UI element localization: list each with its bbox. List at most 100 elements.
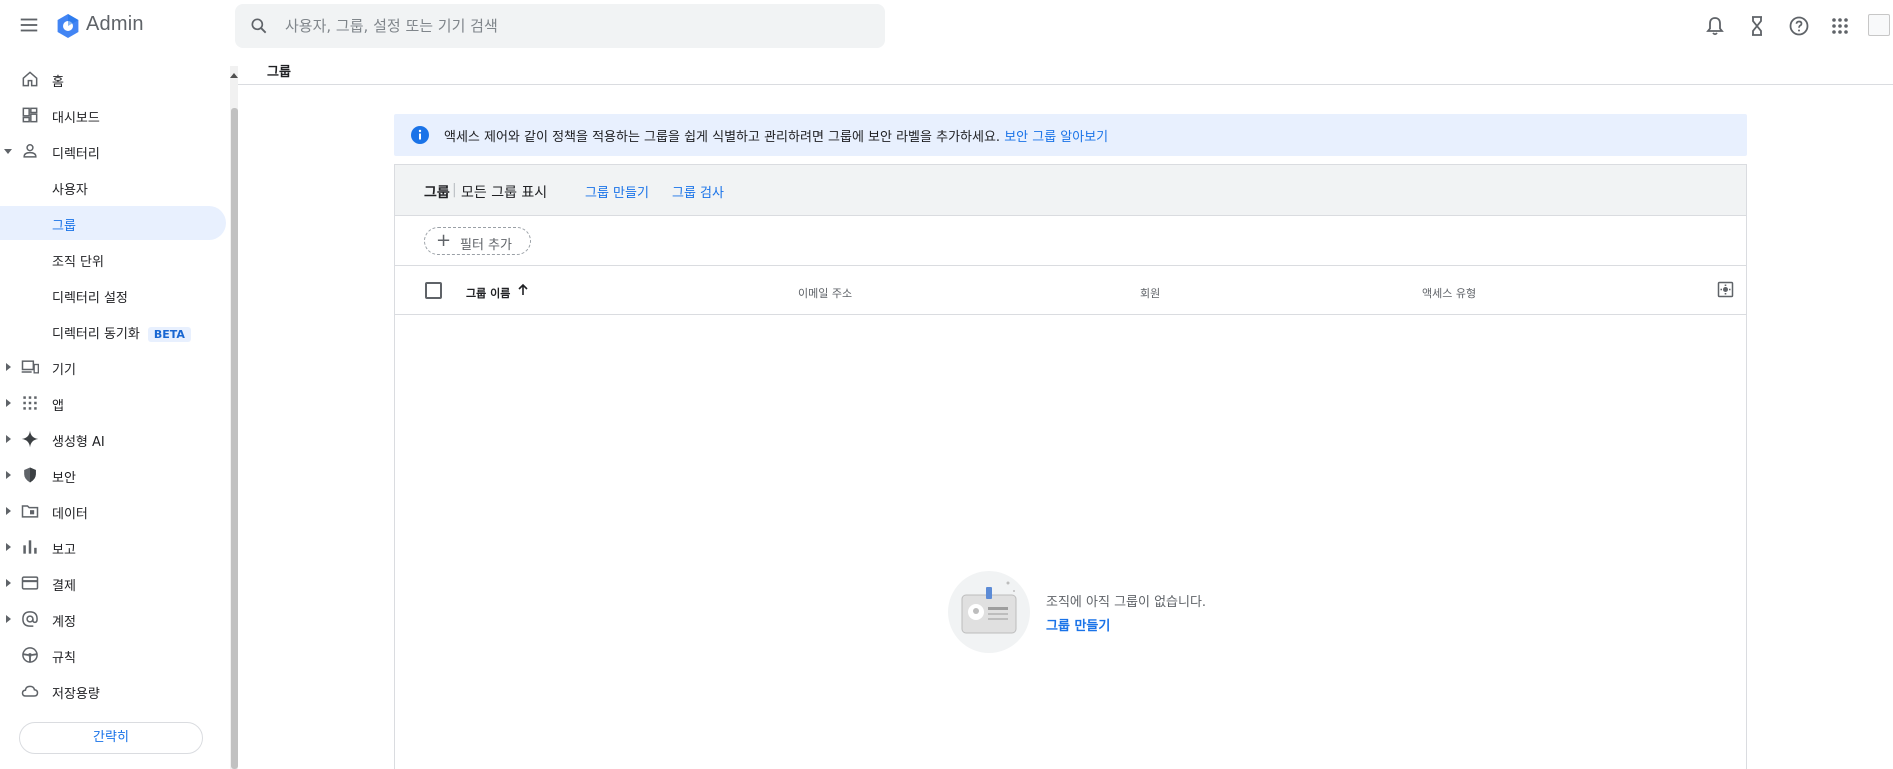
caret-right-icon[interactable]	[4, 506, 12, 516]
bell-icon[interactable]	[1703, 14, 1727, 38]
empty-state-create-group-link[interactable]: 그룹 만들기	[1046, 615, 1110, 634]
sidebar-item-label: 대시보드	[52, 111, 100, 126]
column-group-name[interactable]: 그룹 이름	[466, 285, 510, 301]
credit-card-icon	[21, 576, 39, 590]
scroll-up-arrow-icon[interactable]	[230, 72, 238, 80]
sidebar-item-account[interactable]: 계정	[0, 602, 226, 636]
caret-right-icon[interactable]	[4, 398, 12, 408]
add-filter-label: 필터 추가	[460, 238, 512, 253]
sidebar-item-groups[interactable]: 그룹	[0, 206, 226, 240]
caret-right-icon[interactable]	[4, 542, 12, 552]
sidebar: 홈 대시보드 디렉터리 사용자 그룹 조직 단위 디렉터리 설정 디렉터리 동기	[0, 62, 230, 769]
sidebar-item-label: 조직 단위	[52, 255, 104, 270]
sidebar-item-label: 보안	[52, 471, 76, 486]
sidebar-item-label-text: 디렉터리 동기화	[52, 327, 140, 342]
at-sign-icon	[22, 611, 38, 627]
learn-security-groups-link[interactable]: 보안 그룹 알아보기	[1004, 130, 1108, 145]
sidebar-item-org-units[interactable]: 조직 단위	[0, 242, 226, 276]
sidebar-item-apps[interactable]: 앱	[0, 386, 226, 420]
sidebar-scrollbar-thumb[interactable]	[231, 108, 238, 769]
column-settings-icon[interactable]	[1717, 281, 1734, 298]
sidebar-item-users[interactable]: 사용자	[0, 170, 226, 204]
avatar[interactable]	[1868, 14, 1890, 36]
panel-header: 그룹 | 모든 그룹 표시 그룹 만들기 그룹 검사	[395, 165, 1746, 216]
caret-down-icon[interactable]	[4, 146, 12, 156]
caret-right-icon[interactable]	[4, 470, 12, 480]
add-filter-button[interactable]: + 필터 추가	[424, 227, 531, 255]
create-group-link[interactable]: 그룹 만들기	[585, 182, 649, 201]
banner-text: 액세스 제어와 같이 정책을 적용하는 그룹을 쉽게 식별하고 관리하려면 그룹…	[444, 126, 1108, 145]
info-icon	[411, 126, 429, 144]
sidebar-item-label: 기기	[52, 363, 76, 378]
title-separator: |	[452, 182, 457, 198]
column-email[interactable]: 이메일 주소	[798, 285, 852, 301]
filter-bar: + 필터 추가	[395, 216, 1746, 266]
person-icon	[23, 144, 37, 158]
sidebar-item-label: 홈	[52, 75, 64, 90]
sidebar-item-data[interactable]: 데이터	[0, 494, 226, 528]
sidebar-item-label: 데이터	[52, 507, 88, 522]
sidebar-item-label: 디렉터리 설정	[52, 291, 128, 306]
sidebar-item-rules[interactable]: 규칙	[0, 638, 226, 672]
breadcrumb: 그룹	[238, 52, 1893, 85]
empty-groups-illustration-icon	[948, 571, 1030, 653]
sidebar-item-directory[interactable]: 디렉터리	[0, 134, 226, 168]
hourglass-icon[interactable]	[1745, 14, 1769, 38]
bar-chart-icon	[23, 540, 37, 554]
sidebar-item-label: 그룹	[52, 219, 76, 234]
panel-subtitle: 모든 그룹 표시	[461, 185, 548, 201]
inspect-groups-link[interactable]: 그룹 검사	[672, 182, 724, 201]
sidebar-item-generative-ai[interactable]: 생성형 AI	[0, 422, 226, 456]
sort-ascending-icon[interactable]	[516, 283, 530, 297]
top-bar: Admin	[0, 0, 1893, 52]
dashboard-icon	[22, 107, 38, 123]
search-icon[interactable]	[249, 16, 269, 36]
table-header: 그룹 이름 이메일 주소 회원 액세스 유형	[395, 266, 1746, 315]
caret-right-icon[interactable]	[4, 434, 12, 444]
caret-right-icon[interactable]	[4, 362, 12, 372]
column-access-type[interactable]: 액세스 유형	[1422, 285, 1476, 301]
folder-icon	[21, 505, 39, 518]
sidebar-item-label: 결제	[52, 579, 76, 594]
banner-message: 액세스 제어와 같이 정책을 적용하는 그룹을 쉽게 식별하고 관리하려면 그룹…	[444, 130, 1001, 145]
info-banner: 액세스 제어와 같이 정책을 적용하는 그룹을 쉽게 식별하고 관리하려면 그룹…	[394, 114, 1747, 156]
sidebar-item-directory-settings[interactable]: 디렉터리 설정	[0, 278, 226, 312]
sidebar-item-label: 보고	[52, 543, 76, 558]
home-icon	[22, 71, 38, 87]
search-bar[interactable]	[235, 4, 885, 48]
compact-sidebar-button[interactable]: 간략히	[19, 722, 203, 754]
sidebar-item-label: 디렉터리 동기화 BETA	[52, 323, 191, 342]
sidebar-item-directory-sync[interactable]: 디렉터리 동기화 BETA	[0, 314, 226, 348]
sidebar-item-storage[interactable]: 저장용량	[0, 674, 226, 708]
caret-right-icon[interactable]	[4, 578, 12, 588]
sidebar-item-devices[interactable]: 기기	[0, 350, 226, 384]
caret-right-icon[interactable]	[4, 614, 12, 624]
sidebar-item-reports[interactable]: 보고	[0, 530, 226, 564]
sparkle-icon	[21, 430, 39, 448]
cloud-icon	[21, 685, 39, 697]
apps-grid-icon[interactable]	[1828, 14, 1852, 38]
plus-icon: +	[436, 230, 452, 251]
devices-icon	[21, 360, 39, 374]
column-members[interactable]: 회원	[1140, 285, 1160, 301]
groups-panel: 그룹 | 모든 그룹 표시 그룹 만들기 그룹 검사 + 필터 추가 그룹 이름…	[394, 164, 1747, 769]
sidebar-item-billing[interactable]: 결제	[0, 566, 226, 600]
sidebar-item-label: 사용자	[52, 183, 88, 198]
panel-title: 그룹	[424, 185, 450, 201]
menu-icon[interactable]	[18, 14, 40, 36]
breadcrumb-item[interactable]: 그룹	[267, 61, 291, 80]
apps-icon	[23, 396, 37, 410]
sidebar-item-dashboard[interactable]: 대시보드	[0, 98, 226, 132]
admin-logo-icon[interactable]	[55, 13, 81, 39]
sidebar-item-label: 디렉터리	[52, 147, 100, 162]
sidebar-item-label: 저장용량	[52, 687, 100, 702]
search-input[interactable]	[285, 12, 865, 40]
app-title[interactable]: Admin	[86, 13, 144, 36]
sidebar-item-security[interactable]: 보안	[0, 458, 226, 492]
sidebar-item-label: 계정	[52, 615, 76, 630]
select-all-checkbox[interactable]	[425, 282, 442, 299]
empty-state-message: 조직에 아직 그룹이 없습니다.	[1046, 595, 1207, 610]
sidebar-item-home[interactable]: 홈	[0, 62, 226, 96]
help-icon[interactable]	[1787, 14, 1811, 38]
shield-icon	[24, 467, 36, 483]
